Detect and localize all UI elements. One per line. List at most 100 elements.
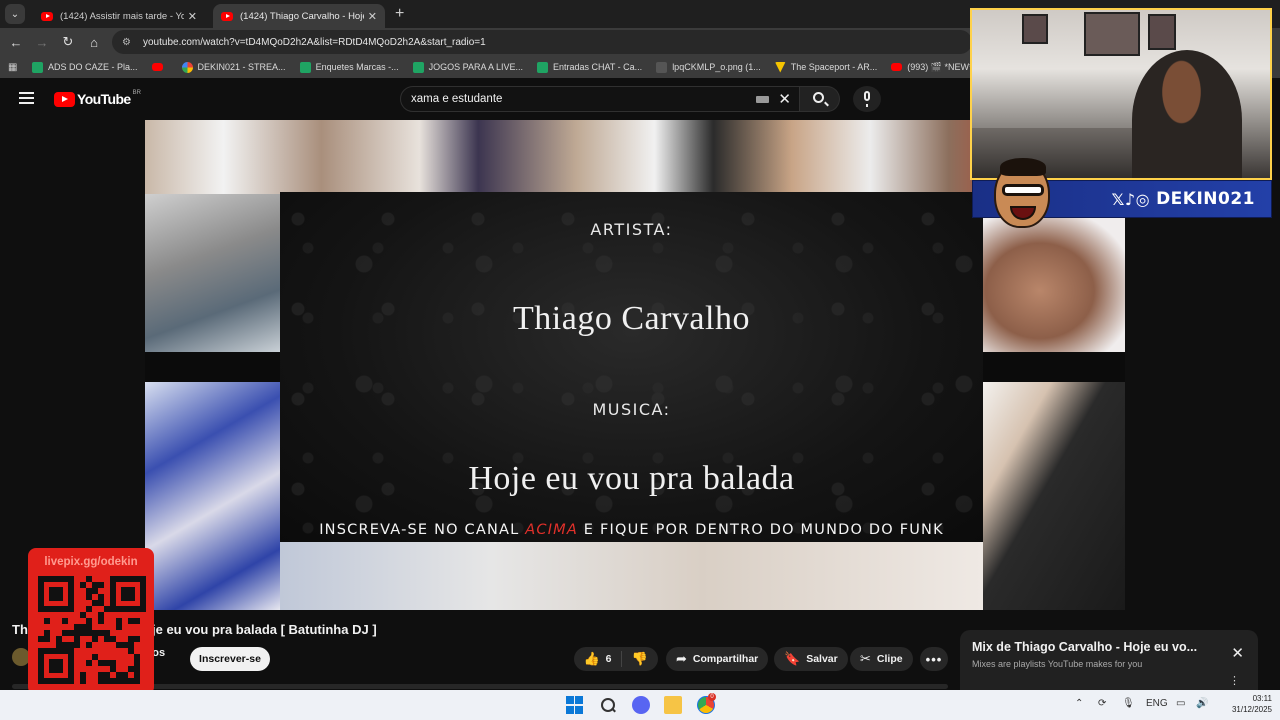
mix-subtitle: Mixes are playlists YouTube makes for yo… <box>972 659 1143 669</box>
windows-start-icon[interactable] <box>566 696 584 714</box>
taskbar-search-icon[interactable] <box>599 696 617 714</box>
youtube-icon <box>151 63 163 71</box>
mix-playlist-panel[interactable]: Mix de Thiago Carvalho - Hoje eu vo... M… <box>960 630 1258 690</box>
qr-module <box>44 618 50 624</box>
file-explorer-icon[interactable] <box>664 696 682 714</box>
close-icon[interactable]: ✕ <box>368 10 377 23</box>
like-dislike-group: 👍 6 👎 <box>574 647 658 671</box>
tab-watch-later[interactable]: (1424) Assistir mais tarde - You ✕ <box>33 4 205 28</box>
qr-module <box>134 636 140 642</box>
search-query: xama e estudante <box>411 93 503 105</box>
spaceport-icon <box>774 61 786 73</box>
site-info-icon[interactable]: ⚙ <box>122 37 134 48</box>
volume-icon[interactable]: 🔊 <box>1196 698 1208 709</box>
bookmark-item[interactable] <box>151 63 168 71</box>
google-icon <box>181 61 193 73</box>
like-count: 6 <box>605 653 612 665</box>
youtube-favicon-icon <box>41 11 53 21</box>
sheets-icon <box>299 61 311 73</box>
youtube-logo[interactable]: YouTube BR <box>54 90 141 107</box>
clear-search-icon[interactable]: ✕ <box>778 90 791 108</box>
back-arrow-icon[interactable]: ← <box>3 35 29 50</box>
streamer <box>1132 50 1242 178</box>
tab-search-chevron-icon[interactable]: ⌄ <box>5 4 25 24</box>
discord-icon[interactable] <box>632 696 650 714</box>
keyboard-icon[interactable] <box>756 96 769 103</box>
youtube-play-icon <box>54 91 75 107</box>
qr-module <box>134 678 140 684</box>
thumbs-up-icon: 👍 <box>583 651 600 666</box>
close-icon[interactable]: ✕ <box>1231 644 1244 662</box>
qr-module <box>80 678 86 684</box>
close-icon[interactable]: ✕ <box>188 10 197 23</box>
clock-date: 31/12/2025 <box>1231 705 1272 714</box>
video-photo <box>983 216 1125 352</box>
save-button[interactable]: 🔖 Salvar <box>774 647 848 671</box>
language-indicator[interactable]: ENG <box>1146 698 1168 709</box>
taskbar: ⌃ ⟳ 🎙 ENG ▭ 🔊 <box>0 690 1280 720</box>
search-button[interactable] <box>800 86 840 112</box>
tab-title: (1424) Thiago Carvalho - Hoje e <box>240 10 364 22</box>
bookmark-item[interactable]: lpqCKMLP_o.png (1... <box>656 61 761 73</box>
mascot-avatar <box>994 158 1050 228</box>
qr-code <box>38 576 146 684</box>
like-button[interactable]: 👍 6 <box>574 651 622 667</box>
bookmark-item[interactable]: Entradas CHAT - Ca... <box>536 61 642 73</box>
wall-poster <box>1022 14 1048 44</box>
subscribe-call-to-action: INSCREVA-SE NO CANAL ACIMA E FIQUE POR D… <box>319 522 944 538</box>
bookmark-item[interactable]: Enquetes Marcas -... <box>299 61 399 73</box>
qr-module <box>98 618 104 624</box>
qr-module <box>49 659 63 673</box>
livepix-url: livepix.gg/odekin <box>44 556 138 568</box>
streamer-handle: DEKIN021 <box>1156 189 1255 209</box>
chrome-notification-badge: 0 <box>708 693 716 701</box>
bookmark-item[interactable]: JOGOS PARA A LIVE... <box>412 61 523 73</box>
scissors-icon: ✂ <box>860 651 871 666</box>
video-photo <box>280 542 983 610</box>
sheets-icon <box>32 61 43 73</box>
qr-module <box>74 642 80 648</box>
wall-poster <box>1148 14 1176 50</box>
menu-icon[interactable] <box>19 92 34 104</box>
home-icon[interactable]: ⌂ <box>81 35 107 50</box>
tray-chevron-icon[interactable]: ⌃ <box>1075 698 1083 709</box>
more-actions-button[interactable]: ••• <box>920 647 948 671</box>
voice-search-button[interactable] <box>853 86 881 112</box>
title-card: ARTISTA: Thiago Carvalho MUSICA: Hoje eu… <box>280 192 983 542</box>
qr-module <box>86 642 92 648</box>
clock-time: 03:11 <box>1252 694 1272 703</box>
mascot-hair <box>1000 158 1046 176</box>
cta-accent: ACIMA <box>525 522 578 538</box>
microphone-tray-icon[interactable]: 🎙 <box>1122 698 1135 709</box>
sheets-icon <box>536 61 548 73</box>
bookmark-item[interactable]: ADS DO CAZE - Pla... <box>32 61 138 73</box>
address-bar[interactable]: ⚙ youtube.com/watch?v=tD4MQoD2h2A&list=R… <box>112 30 972 54</box>
reload-icon[interactable]: ↻ <box>55 34 81 50</box>
search-icon <box>813 92 824 103</box>
network-icon[interactable]: ▭ <box>1176 698 1185 709</box>
system-clock[interactable]: 03:11 31/12/2025 <box>1216 693 1272 715</box>
mascot-glasses <box>1002 184 1044 196</box>
subscribe-button[interactable]: Inscrever-se <box>190 647 270 671</box>
music-name: Hoje eu vou pra balada <box>468 460 795 497</box>
vertical-dots-icon[interactable]: ⋮ <box>1229 674 1240 687</box>
tab-thiago-carvalho[interactable]: (1424) Thiago Carvalho - Hoje e ✕ <box>213 4 385 28</box>
forward-arrow-icon[interactable]: → <box>29 35 55 50</box>
qr-module <box>98 582 104 588</box>
share-button[interactable]: ➦ Compartilhar <box>666 647 769 671</box>
artist-label: ARTISTA: <box>590 220 673 239</box>
livepix-qr-overlay: livepix.gg/odekin <box>28 548 154 695</box>
search-input[interactable]: xama e estudante ✕ <box>400 86 800 112</box>
sync-icon[interactable]: ⟳ <box>1098 698 1106 709</box>
new-tab-plus-icon[interactable]: + <box>395 5 404 23</box>
bookmark-item[interactable]: DEKIN021 - STREA... <box>181 61 286 73</box>
dislike-button[interactable]: 👎 <box>622 651 658 667</box>
artist-name: Thiago Carvalho <box>513 300 750 337</box>
video-photo <box>145 382 280 610</box>
qr-module <box>92 636 98 642</box>
bookmark-item[interactable]: The Spaceport - AR... <box>774 61 877 73</box>
clip-button[interactable]: ✂ Clipe <box>850 647 913 671</box>
video-title: Th je eu vou pra balada [ Batutinha DJ ] <box>12 622 377 637</box>
mix-title: Mix de Thiago Carvalho - Hoje eu vo... <box>972 640 1198 654</box>
apps-grid-icon[interactable]: ▦ <box>8 62 22 73</box>
